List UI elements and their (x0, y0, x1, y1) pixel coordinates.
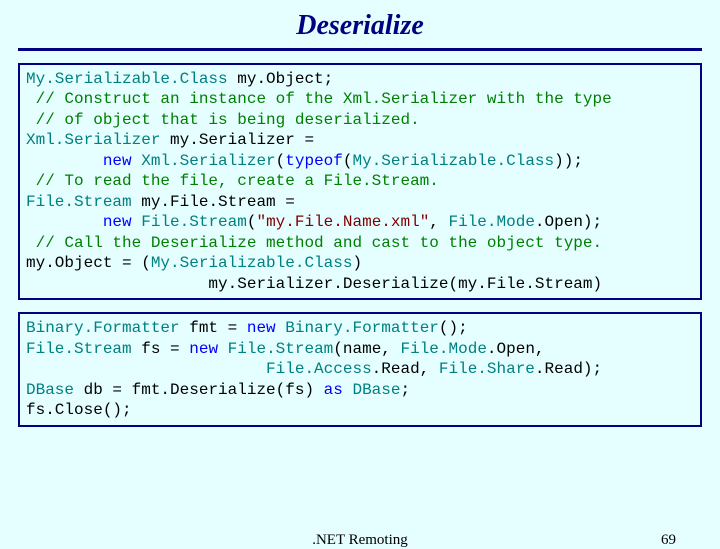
code-type: Binary.Formatter (285, 319, 439, 337)
slide-title: Deserialize (0, 0, 720, 48)
code-type: File.Mode (449, 213, 535, 231)
code-text: my.Serializer = (160, 131, 323, 149)
code-text: .Read); (535, 360, 602, 378)
code-string: "my.File.Name.xml" (256, 213, 429, 231)
code-text: .Read, (372, 360, 439, 378)
code-text (132, 152, 142, 170)
code-comment: // Construct an instance of the Xml.Seri… (26, 90, 612, 108)
code-text: .Open); (535, 213, 602, 231)
code-indent (26, 360, 266, 378)
code-text (132, 213, 142, 231)
code-type: Xml.Serializer (26, 131, 160, 149)
code-type: File.Access (266, 360, 372, 378)
code-text: my.Object; (228, 70, 334, 88)
code-type: File.Share (439, 360, 535, 378)
code-text (218, 340, 228, 358)
code-comment: // of object that is being deserialized. (26, 111, 420, 129)
code-type: File.Stream (26, 340, 132, 358)
code-text: fs.Close(); (26, 401, 132, 419)
code-text (276, 319, 286, 337)
title-divider (18, 48, 702, 51)
code-comment: // To read the file, create a File.Strea… (26, 172, 439, 190)
code-indent (26, 152, 103, 170)
footer-title: .NET Remoting (0, 532, 720, 549)
code-keyword: as (324, 381, 343, 399)
code-text: fmt = (180, 319, 247, 337)
code-keyword: new (103, 152, 132, 170)
code-comment: // Call the Deserialize method and cast … (26, 234, 602, 252)
code-text: )); (554, 152, 583, 170)
code-text: ( (276, 152, 286, 170)
code-type: My.Serializable.Class (26, 70, 228, 88)
code-keyword: new (247, 319, 276, 337)
code-keyword: new (189, 340, 218, 358)
code-text: db = fmt.Deserialize(fs) (74, 381, 324, 399)
code-indent (26, 213, 103, 231)
code-text: my.Serializer.Deserialize(my.File.Stream… (26, 275, 602, 293)
code-type: Xml.Serializer (141, 152, 275, 170)
page-number: 69 (661, 532, 676, 549)
code-type: File.Stream (26, 193, 132, 211)
code-text: ) (352, 254, 371, 272)
code-type: DBase (352, 381, 400, 399)
code-text: , (429, 213, 448, 231)
code-type: My.Serializable.Class (151, 254, 353, 272)
code-block-xmlserializer: My.Serializable.Class my.Object; // Cons… (18, 63, 702, 300)
code-text: .Open, (487, 340, 554, 358)
code-type: DBase (26, 381, 74, 399)
code-text: fs = (132, 340, 190, 358)
code-text: my.File.Stream = (132, 193, 305, 211)
code-type: File.Mode (401, 340, 487, 358)
code-type: File.Stream (228, 340, 334, 358)
code-type: Binary.Formatter (26, 319, 180, 337)
code-keyword: new (103, 213, 132, 231)
code-text: my.Object = ( (26, 254, 151, 272)
code-keyword: typeof (285, 152, 343, 170)
code-type: File.Stream (141, 213, 247, 231)
code-text: (); (439, 319, 468, 337)
code-block-binaryformatter: Binary.Formatter fmt = new Binary.Format… (18, 312, 702, 426)
code-type: My.Serializable.Class (352, 152, 554, 170)
code-text: (name, (333, 340, 400, 358)
slide: Deserialize My.Serializable.Class my.Obj… (0, 0, 720, 540)
code-text: ; (400, 381, 410, 399)
